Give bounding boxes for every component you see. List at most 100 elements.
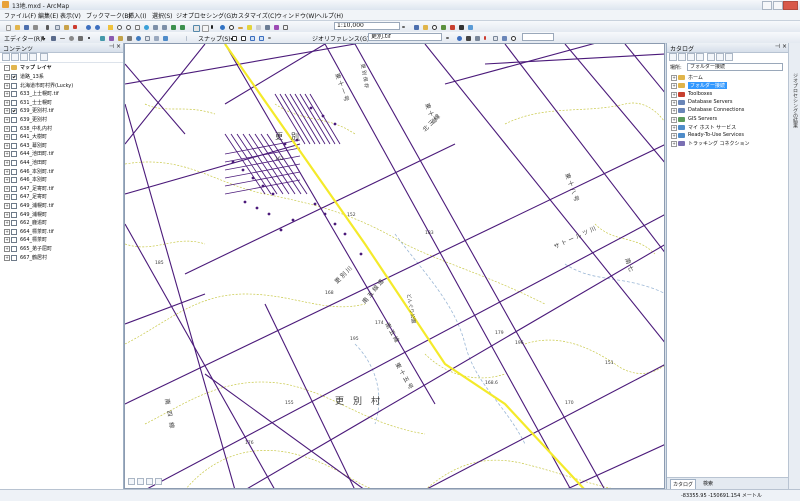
menu-file[interactable]: ファイル(F) xyxy=(4,11,36,20)
go-to-xy-icon[interactable] xyxy=(272,23,279,30)
toc-layer-row[interactable]: +649_浦幌町.tif xyxy=(0,202,123,210)
expand-icon[interactable]: + xyxy=(671,83,677,90)
expand-icon[interactable]: + xyxy=(4,211,10,218)
catalog-connect-folder-icon[interactable] xyxy=(707,53,715,61)
open-button[interactable] xyxy=(13,23,20,30)
toc-layer-row[interactable]: +646_本別町 xyxy=(0,176,123,184)
reshape-icon[interactable] xyxy=(107,34,114,41)
scale-raster-icon[interactable] xyxy=(473,34,480,41)
catalog-item[interactable]: + GIS Servers xyxy=(667,116,789,124)
pause-drawing-button[interactable] xyxy=(155,478,162,485)
catalog-views-icon[interactable] xyxy=(716,53,724,61)
edit-vertices-icon[interactable] xyxy=(98,34,105,41)
toc-close-icon[interactable]: × xyxy=(116,43,121,50)
list-by-visibility-icon[interactable] xyxy=(20,53,28,61)
layer-visibility-checkbox[interactable] xyxy=(11,117,17,123)
point-icon[interactable] xyxy=(85,34,92,41)
georef-value-field[interactable] xyxy=(522,33,554,41)
identify-icon[interactable] xyxy=(218,23,225,30)
layer-visibility-checkbox[interactable] xyxy=(11,185,17,192)
vertex-snapping-icon[interactable] xyxy=(248,34,255,41)
toc-layer-row[interactable]: +664_標茶町 xyxy=(0,236,123,244)
toc-layer-row[interactable]: +638_中札内村 xyxy=(0,125,123,133)
fixed-zoom-out-icon[interactable] xyxy=(160,23,167,30)
layer-visibility-checkbox[interactable] xyxy=(11,203,17,209)
layer-visibility-checkbox[interactable] xyxy=(11,142,17,149)
toc-layer-row[interactable]: + 道路_13系 xyxy=(0,73,123,81)
hyperlink-icon[interactable] xyxy=(245,23,252,30)
arctoolbox-icon[interactable] xyxy=(448,23,455,30)
menu-customize[interactable]: カスタマイズ(C) xyxy=(232,11,277,20)
expand-icon[interactable]: + xyxy=(4,74,10,80)
catalog-item[interactable]: + トラッキング コネクション xyxy=(667,140,789,148)
snapping-menu[interactable]: スナップ(S)▾ xyxy=(198,34,234,43)
layer-visibility-checkbox[interactable] xyxy=(11,134,17,141)
arrow-icon[interactable] xyxy=(281,23,288,30)
layer-visibility-checkbox[interactable] xyxy=(11,220,17,227)
zoom-out-icon[interactable] xyxy=(124,23,131,30)
toc-window-icon[interactable] xyxy=(439,23,446,30)
expand-icon[interactable]: + xyxy=(4,117,10,123)
expand-icon[interactable]: + xyxy=(671,91,677,98)
end-snapping-icon[interactable] xyxy=(239,34,246,41)
toc-layer-row[interactable]: +662_鹿追町 xyxy=(0,219,123,227)
layer-visibility-checkbox[interactable] xyxy=(11,91,17,98)
python-window-icon[interactable] xyxy=(457,23,464,30)
toc-layer-row[interactable]: +647_足寄町.tif xyxy=(0,185,123,193)
expand-icon[interactable]: + xyxy=(671,141,677,148)
toc-layer-row[interactable]: +639_更別村.tif xyxy=(0,107,123,115)
toc-layer-row[interactable]: + 北海道市町村界(Lucky) xyxy=(0,82,123,90)
layer-visibility-checkbox[interactable] xyxy=(11,151,17,158)
layout-view-button[interactable] xyxy=(137,478,144,485)
menu-geoprocessing[interactable]: ジオプロセシング(G) xyxy=(176,11,233,20)
list-by-drawing-order-icon[interactable] xyxy=(2,53,10,61)
attributes-icon[interactable] xyxy=(143,34,150,41)
layer-visibility-checkbox[interactable] xyxy=(11,74,17,80)
toc-layer-row[interactable]: +644_池田町.tif xyxy=(0,150,123,158)
menu-selection[interactable]: 選択(S) xyxy=(152,11,173,20)
toc-layer-row[interactable]: +649_浦幌町 xyxy=(0,211,123,219)
menu-insert[interactable]: 挿入(I) xyxy=(128,11,146,20)
edge-snapping-icon[interactable] xyxy=(257,34,264,41)
catalog-item[interactable]: + Database Connections xyxy=(667,107,789,115)
split-icon[interactable] xyxy=(125,34,132,41)
catalog-location-field[interactable]: フォルダー接続 xyxy=(687,63,783,71)
expand-icon[interactable]: + xyxy=(4,185,10,192)
catalog-home-icon[interactable] xyxy=(696,53,704,61)
collapse-icon[interactable]: - xyxy=(4,65,10,71)
shift-raster-icon[interactable] xyxy=(464,34,471,41)
time-slider-icon[interactable] xyxy=(263,23,270,30)
catalog-options-icon[interactable] xyxy=(725,53,733,61)
tab-catalog[interactable]: カタログ xyxy=(670,479,697,489)
expand-icon[interactable]: + xyxy=(671,116,677,123)
delete-icon[interactable] xyxy=(71,23,78,30)
list-by-source-icon[interactable] xyxy=(11,53,19,61)
toc-layer-row[interactable]: +667_鶴居村 xyxy=(0,254,123,262)
catalog-back-icon[interactable] xyxy=(669,53,677,61)
expand-icon[interactable]: + xyxy=(4,160,10,166)
catalog-item[interactable]: + フォルダー接続 xyxy=(667,82,789,90)
toc-layer-row[interactable]: +633_上士幌町.tif xyxy=(0,90,123,98)
cut-polygons-icon[interactable] xyxy=(116,34,123,41)
catalog-item[interactable]: + Ready-To-Use Services xyxy=(667,132,789,140)
catalog-item[interactable]: + Toolboxes xyxy=(667,91,789,99)
catalog-window-icon[interactable] xyxy=(421,23,428,30)
edit-tool-icon[interactable] xyxy=(40,34,47,41)
toc-root-row[interactable]: - マップ レイヤ xyxy=(0,64,123,72)
cut-icon[interactable] xyxy=(44,23,51,30)
expand-icon[interactable]: + xyxy=(4,108,10,115)
trace-icon[interactable] xyxy=(76,34,83,41)
menu-windows[interactable]: ウィンドウ(W) xyxy=(276,11,317,20)
expand-icon[interactable]: + xyxy=(671,133,677,140)
add-data-button[interactable] xyxy=(106,23,113,30)
layer-visibility-checkbox[interactable] xyxy=(11,177,17,184)
point-snapping-icon[interactable] xyxy=(230,34,237,41)
toc-layer-row[interactable]: +647_足寄町 xyxy=(0,193,123,201)
tab-search[interactable]: 検索 xyxy=(701,479,715,488)
layer-visibility-checkbox[interactable] xyxy=(11,254,17,261)
expand-icon[interactable]: + xyxy=(671,124,677,131)
viewer-icon[interactable] xyxy=(500,34,507,41)
catalog-autohide-icon[interactable]: ⊣ xyxy=(775,43,780,50)
toc-layer-row[interactable]: +641_大樹町 xyxy=(0,133,123,141)
layer-visibility-checkbox[interactable] xyxy=(11,194,17,201)
